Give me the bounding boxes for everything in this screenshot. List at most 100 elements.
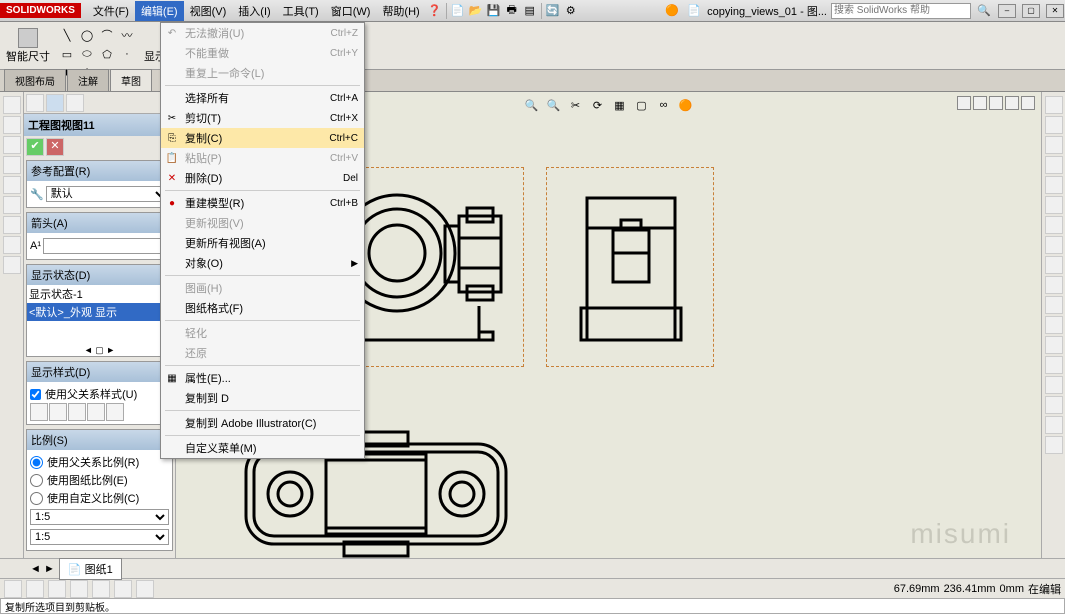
smart-dimension-button[interactable]: 智能尺寸 <box>0 24 56 68</box>
menu-view[interactable]: 视图(V) <box>184 1 233 21</box>
layers-icon[interactable]: ▤ <box>521 2 539 20</box>
vc-icon[interactable] <box>1005 96 1019 110</box>
open-icon[interactable]: 📂 <box>467 2 485 20</box>
rtool-icon[interactable] <box>1045 276 1063 294</box>
ltool-icon[interactable] <box>3 156 21 174</box>
ltool-icon[interactable] <box>3 96 21 114</box>
polygon-icon[interactable]: ⬠ <box>98 45 116 63</box>
rtool-icon[interactable] <box>1045 336 1063 354</box>
view-icon[interactable]: ▦ <box>611 96 629 114</box>
shaded-icon[interactable]: ▢ <box>633 96 651 114</box>
btool-icon[interactable] <box>48 580 66 598</box>
maximize-icon[interactable]: ▢ <box>1022 4 1040 18</box>
rtool-icon[interactable] <box>1045 116 1063 134</box>
style-shaded-icon[interactable] <box>106 403 124 421</box>
spline-icon[interactable]: 〰 <box>118 26 136 44</box>
menu-edit[interactable]: 编辑(E) <box>135 1 184 21</box>
scale-select-1[interactable]: 1:5 <box>30 509 169 525</box>
rebuild-icon[interactable]: 🔄 <box>544 2 562 20</box>
scale-select-2[interactable]: 1:5 <box>30 529 169 545</box>
ltool-icon[interactable] <box>3 216 21 234</box>
ok-button[interactable]: ✔ <box>26 138 44 156</box>
rtool-icon[interactable] <box>1045 216 1063 234</box>
edit-menu-item[interactable]: 选择所有Ctrl+A <box>161 88 364 108</box>
zoom-out-icon[interactable]: 🔍 <box>545 96 563 114</box>
rtool-icon[interactable] <box>1045 136 1063 154</box>
edit-menu-item[interactable]: ✕删除(D)Del <box>161 168 364 188</box>
search-help-input[interactable] <box>831 3 971 19</box>
drawing-view-2[interactable] <box>546 167 714 367</box>
ltool-icon[interactable] <box>3 196 21 214</box>
arrow-input[interactable] <box>43 238 176 254</box>
display-state-item[interactable]: <默认>_外观 显示 <box>27 303 172 321</box>
rtool-icon[interactable] <box>1045 296 1063 314</box>
btool-icon[interactable] <box>70 580 88 598</box>
print-icon[interactable]: 🖶 <box>503 2 521 20</box>
menu-tools[interactable]: 工具(T) <box>277 1 325 21</box>
btool-icon[interactable] <box>26 580 44 598</box>
point-icon[interactable]: · <box>118 45 136 63</box>
rtool-icon[interactable] <box>1045 96 1063 114</box>
edit-menu-item[interactable]: 图纸格式(F) <box>161 298 364 318</box>
cancel-button[interactable]: ✕ <box>46 138 64 156</box>
ltool-icon[interactable] <box>3 256 21 274</box>
menu-window[interactable]: 窗口(W) <box>325 1 377 21</box>
panel-tab-icon[interactable] <box>46 94 64 112</box>
vc-icon[interactable] <box>989 96 1003 110</box>
ltool-icon[interactable] <box>3 136 21 154</box>
line-icon[interactable]: ╲ <box>58 26 76 44</box>
rtool-icon[interactable] <box>1045 416 1063 434</box>
edit-menu-item[interactable]: ⎘复制(C)Ctrl+C <box>161 128 364 148</box>
edit-menu-item[interactable]: 更新所有视图(A) <box>161 233 364 253</box>
search-icon[interactable]: 🔍 <box>975 2 993 20</box>
ltool-icon[interactable] <box>3 116 21 134</box>
tab-annotation[interactable]: 注解 <box>67 69 109 91</box>
style-wireframe-icon[interactable] <box>30 403 48 421</box>
ellipse-icon[interactable]: ⬭ <box>78 45 96 63</box>
config-select[interactable]: 默认 <box>46 186 169 202</box>
btool-icon[interactable] <box>4 580 22 598</box>
btool-icon[interactable] <box>92 580 110 598</box>
edit-menu-item[interactable]: ▦属性(E)... <box>161 368 364 388</box>
btool-icon[interactable] <box>114 580 132 598</box>
style-hidden-icon[interactable] <box>49 403 67 421</box>
menu-help[interactable]: 帮助(H) <box>376 1 425 21</box>
rtool-icon[interactable] <box>1045 316 1063 334</box>
globe-icon[interactable]: 🟠 <box>677 96 695 114</box>
new-icon[interactable]: 📄 <box>449 2 467 20</box>
style-shaded-edges-icon[interactable] <box>87 403 105 421</box>
btool-icon[interactable] <box>136 580 154 598</box>
edit-menu-item[interactable]: 自定义菜单(M) <box>161 438 364 458</box>
edit-menu-item[interactable]: ●重建模型(R)Ctrl+B <box>161 193 364 213</box>
edit-menu-item[interactable]: ✂剪切(T)Ctrl+X <box>161 108 364 128</box>
style-nohidden-icon[interactable] <box>68 403 86 421</box>
save-icon[interactable]: 💾 <box>485 2 503 20</box>
vc-icon[interactable] <box>1021 96 1035 110</box>
link-icon[interactable]: ∞ <box>655 96 673 114</box>
rtool-icon[interactable] <box>1045 176 1063 194</box>
scale-parent-radio[interactable] <box>30 456 43 469</box>
zoom-in-icon[interactable]: 🔍 <box>523 96 541 114</box>
tab-sketch[interactable]: 草图 <box>110 69 152 91</box>
rtool-icon[interactable] <box>1045 156 1063 174</box>
panel-tab-icon[interactable] <box>26 94 44 112</box>
rtool-icon[interactable] <box>1045 396 1063 414</box>
ltool-icon[interactable] <box>3 236 21 254</box>
zoom-select-icon[interactable]: ✂ <box>567 96 585 114</box>
options-icon[interactable]: ⚙ <box>562 2 580 20</box>
refresh-icon[interactable]: ⟳ <box>589 96 607 114</box>
circle-icon[interactable]: ◯ <box>78 26 96 44</box>
tab-view-layout[interactable]: 视图布局 <box>4 69 66 91</box>
menu-file[interactable]: 文件(F) <box>87 1 135 21</box>
close-icon[interactable]: ✕ <box>1046 4 1064 18</box>
minimize-icon[interactable]: – <box>998 4 1016 18</box>
scale-custom-radio[interactable] <box>30 492 43 505</box>
edit-menu-item[interactable]: 对象(O)▶ <box>161 253 364 273</box>
ltool-icon[interactable] <box>3 176 21 194</box>
rtool-icon[interactable] <box>1045 196 1063 214</box>
rtool-icon[interactable] <box>1045 356 1063 374</box>
rtool-icon[interactable] <box>1045 376 1063 394</box>
edit-menu-item[interactable]: 复制到 D <box>161 388 364 408</box>
traffic-icon[interactable]: 🟠 <box>663 2 681 20</box>
arc-icon[interactable]: ⌒ <box>98 26 116 44</box>
